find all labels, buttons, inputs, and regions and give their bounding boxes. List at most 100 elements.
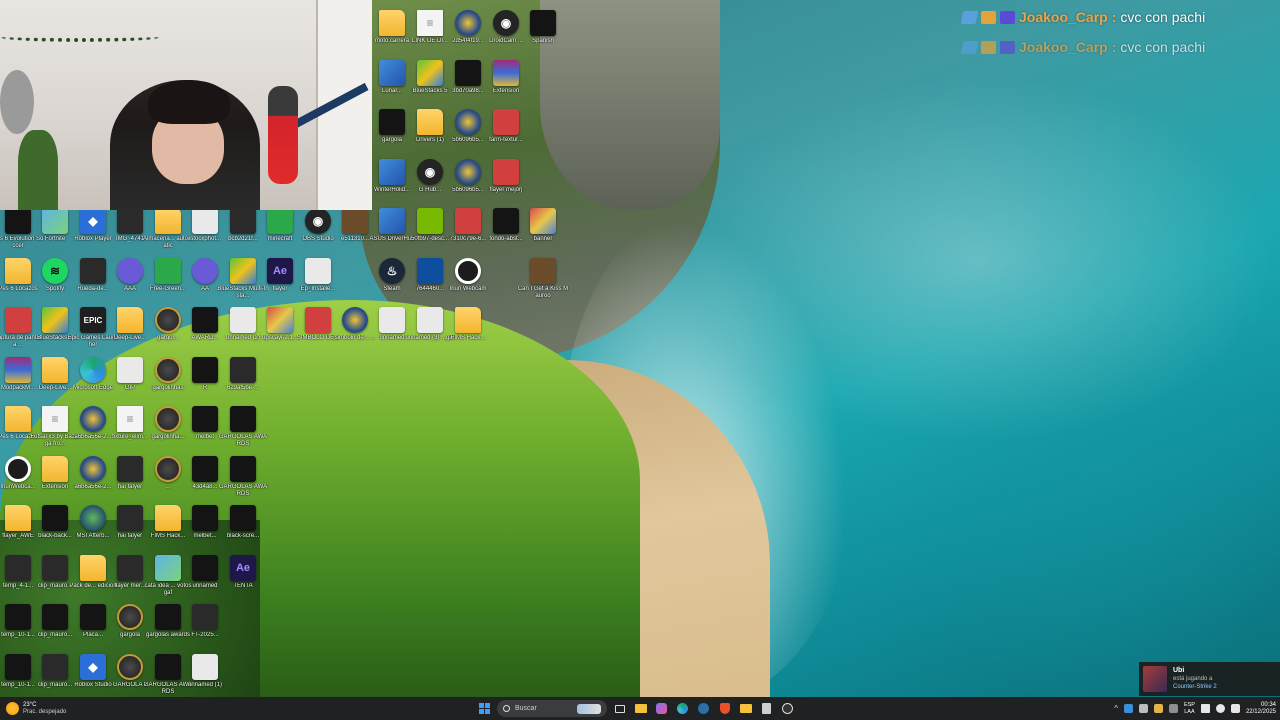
desktop-icon[interactable]: FT-2025... <box>181 604 229 654</box>
brave-button[interactable] <box>716 700 733 717</box>
desktop-icon-label: Ep_Installe... <box>300 285 336 292</box>
taskbar-clock[interactable]: 00:34 22/12/2025 <box>1246 702 1276 716</box>
network-tray-icon[interactable] <box>1123 704 1133 713</box>
obs-icon <box>782 703 793 714</box>
app-icon <box>117 505 143 531</box>
app-icon <box>155 604 181 630</box>
app-icon <box>267 208 293 234</box>
wifi-icon[interactable] <box>1200 704 1210 713</box>
app-icon <box>155 455 181 482</box>
webcam-plant <box>18 130 58 210</box>
app-icon <box>155 653 181 680</box>
desktop-icon[interactable]: FIMS Hack... <box>444 307 492 357</box>
app-icon <box>530 10 556 36</box>
desktop-icon[interactable]: Extension <box>482 59 530 110</box>
app-icon <box>342 307 368 333</box>
app-icon: ◉ <box>417 158 443 185</box>
usb-icon[interactable] <box>1168 704 1178 713</box>
app-icon <box>455 59 481 86</box>
desktop-icon[interactable]: farm-textur... <box>482 109 530 159</box>
steam-friend-notification[interactable]: Ubi está jugando a Counter-Strike 2 <box>1139 662 1280 696</box>
app-icon <box>192 554 218 581</box>
app-icon <box>5 554 31 581</box>
friend-status: está jugando a <box>1173 676 1213 682</box>
app-icon: Ae <box>230 554 256 581</box>
app-icon <box>455 158 481 185</box>
edge-button[interactable] <box>674 700 691 717</box>
app-icon <box>230 208 256 234</box>
app-icon <box>155 356 181 383</box>
sun-icon <box>6 702 19 715</box>
app-icon <box>155 208 181 234</box>
app-icon <box>192 604 218 630</box>
app-icon <box>155 257 181 284</box>
weather-description: Prac. despejado <box>23 708 67 715</box>
desktop-icon-label: flayer mejorj <box>489 186 523 193</box>
app-icon <box>80 257 106 284</box>
app-icon: ≡ <box>117 406 143 432</box>
task-view-icon <box>614 704 625 713</box>
search-highlight-art <box>577 703 601 714</box>
desktop-icon[interactable]: black-scre... <box>219 505 267 555</box>
chat-badge-icon <box>1000 10 1015 24</box>
app-icon <box>5 406 31 432</box>
app-icon <box>493 59 519 86</box>
webcam-fan <box>0 70 34 134</box>
search-input[interactable]: Buscar <box>497 700 607 717</box>
app-icon <box>5 208 31 234</box>
app-icon <box>455 208 481 234</box>
chat-text: cvc con pachi <box>1120 39 1206 55</box>
speaker-icon[interactable] <box>1215 704 1225 713</box>
app-icon <box>230 455 256 482</box>
desktop-icon[interactable]: GARGOLAS AWARDS <box>219 455 267 506</box>
app-icon <box>379 307 405 333</box>
desktop-icon[interactable]: Spanish <box>519 10 567 60</box>
app-icon <box>42 505 68 531</box>
language-indicator[interactable]: ESP LAA <box>1184 702 1195 715</box>
file-explorer-button[interactable] <box>632 700 649 717</box>
app-icon <box>342 208 368 234</box>
search-icon <box>503 705 510 712</box>
chat-username: Joakoo_Carp <box>1019 39 1108 55</box>
desktop-icon[interactable]: unnamed (1) <box>181 653 229 704</box>
calculator-button[interactable] <box>758 700 775 717</box>
teams-button[interactable] <box>653 700 670 717</box>
app-icon <box>5 653 31 680</box>
task-view-button[interactable] <box>611 700 628 717</box>
search-placeholder: Buscar <box>515 705 537 712</box>
desktop-icon-label: Spanish <box>532 38 554 44</box>
desktop-icon-label: black-scre... <box>226 533 260 539</box>
desktop-icon[interactable]: GARGOLAS AWARDS <box>219 406 267 456</box>
app-icon: ≡ <box>42 406 68 432</box>
app-icon: Ae <box>267 257 293 284</box>
steam-button[interactable] <box>695 700 712 717</box>
app-icon <box>155 406 181 432</box>
battery-icon[interactable] <box>1230 704 1240 713</box>
desktop-icon-label: GARGOLAS AWARDS <box>218 434 268 447</box>
security-tray-icon[interactable] <box>1138 704 1148 713</box>
app-icon <box>192 505 218 531</box>
folder-button[interactable] <box>737 700 754 717</box>
app-icon <box>379 208 405 234</box>
app-icon <box>117 604 143 630</box>
webcam-hair <box>148 80 230 124</box>
chat-badge-icon <box>960 40 979 54</box>
app-icon <box>117 554 143 581</box>
obs-button[interactable] <box>779 700 796 717</box>
desktop-icon[interactable]: Ep_Installe... <box>294 257 342 308</box>
start-button[interactable] <box>476 700 493 717</box>
keyboard-layout: LAA <box>1184 708 1195 715</box>
chevron-up-icon[interactable]: ^ <box>1114 704 1118 713</box>
friend-name: Ubi <box>1173 667 1185 674</box>
weather-widget[interactable]: 23°C Prac. despejado <box>6 697 66 720</box>
teams-icon <box>656 703 667 714</box>
desktop-icon[interactable]: flayer mejorj <box>482 158 530 209</box>
desktop-icon[interactable]: banner <box>519 208 567 258</box>
desktop-icon[interactable]: Iriun Webcam <box>444 257 492 308</box>
desktop-icon[interactable]: 629af5be-... <box>219 356 267 407</box>
desktop-icon-label: unnamed (1) <box>187 681 223 688</box>
desktop-icon[interactable]: Ae TENTA <box>219 554 267 605</box>
notification-app-icon[interactable] <box>1153 704 1163 713</box>
desktop-icon[interactable]: Can I Get a Kiss Mauroo <box>518 257 568 308</box>
calculator-icon <box>762 703 771 714</box>
